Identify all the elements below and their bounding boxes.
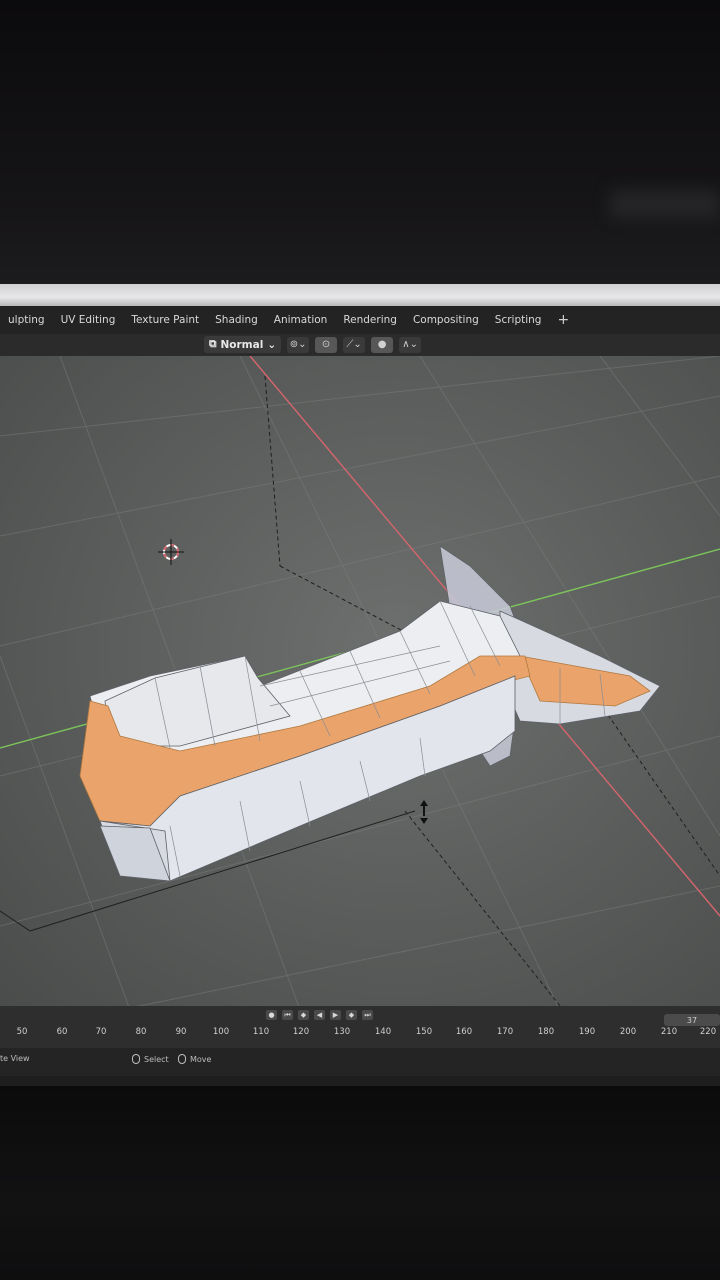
- move-cursor-icon: [420, 800, 428, 824]
- prev-keyframe-button[interactable]: ◆: [298, 1010, 309, 1020]
- falloff-icon: ∧⌄: [402, 339, 418, 350]
- orientation-label: Normal: [220, 338, 264, 351]
- move-label: Move: [190, 1054, 212, 1064]
- status-move: Move: [178, 1054, 211, 1064]
- jump-start-button[interactable]: ⏮: [282, 1010, 293, 1020]
- proportional-edit-icon: ●: [377, 339, 387, 350]
- frame-tick: 180: [537, 1027, 555, 1037]
- frame-tick: 150: [415, 1027, 433, 1037]
- frame-tick: 50: [16, 1027, 28, 1037]
- frame-tick: 60: [56, 1027, 68, 1037]
- status-context: te View: [0, 1054, 30, 1063]
- frame-tick: 200: [619, 1027, 637, 1037]
- frame-tick: 160: [455, 1027, 473, 1037]
- tab-rendering[interactable]: Rendering: [335, 314, 405, 326]
- frame-tick: 110: [252, 1027, 270, 1037]
- status-bar: te View Select Move: [0, 1048, 720, 1076]
- snap-toggle[interactable]: ⊙: [315, 336, 338, 353]
- pivot-icon: ⊚⌄: [289, 339, 307, 350]
- frame-tick: 80: [135, 1027, 147, 1037]
- select-label: Select: [144, 1054, 169, 1064]
- frame-tick: 210: [660, 1027, 678, 1037]
- mouse-middle-icon: [178, 1054, 186, 1064]
- proportional-edit-toggle[interactable]: ●: [371, 336, 394, 353]
- tab-shading[interactable]: Shading: [207, 314, 266, 326]
- snap-icon: ⊙: [321, 339, 331, 350]
- frame-tick: 100: [212, 1027, 230, 1037]
- jump-end-icon: ⏭: [364, 1010, 371, 1019]
- 3d-cursor-icon[interactable]: [158, 539, 184, 565]
- frame-tick: 140: [374, 1027, 392, 1037]
- tab-compositing[interactable]: Compositing: [405, 314, 487, 326]
- snap-target-icon: ⟋⌄: [346, 339, 362, 350]
- jump-start-icon: ⏮: [284, 1010, 291, 1019]
- tab-scripting[interactable]: Scripting: [487, 314, 550, 326]
- snap-target-dropdown[interactable]: ⟋⌄: [343, 336, 366, 353]
- frame-ruler[interactable]: 50 60 70 80 90 100 110 120 130 140 150 1…: [0, 1024, 720, 1042]
- desk-area: [0, 1086, 720, 1280]
- mesh-object[interactable]: [79, 545, 661, 882]
- playback-controls: ● ⏮ ◆ ◀ ▶ ◆ ⏭: [266, 1010, 373, 1020]
- play-reverse-icon: ◀: [316, 1011, 323, 1019]
- jump-end-button[interactable]: ⏭: [362, 1010, 373, 1020]
- mouse-left-icon: [132, 1054, 140, 1064]
- prev-keyframe-icon: ◆: [300, 1011, 307, 1019]
- timeline[interactable]: ● ⏮ ◆ ◀ ▶ ◆ ⏭ 37 50 60 70 80 90 100 110 …: [0, 1006, 720, 1048]
- frame-tick: 120: [292, 1027, 310, 1037]
- ambient-light: [610, 190, 720, 218]
- next-keyframe-icon: ◆: [348, 1011, 355, 1019]
- play-button[interactable]: ▶: [330, 1010, 341, 1020]
- blender-window: ulpting UV Editing Texture Paint Shading…: [0, 306, 720, 1096]
- 3d-viewport[interactable]: [0, 356, 720, 1010]
- frame-tick: 220: [699, 1027, 717, 1037]
- frame-tick: 170: [496, 1027, 514, 1037]
- monitor-bezel: [0, 284, 720, 306]
- tab-uv-editing[interactable]: UV Editing: [53, 314, 124, 326]
- add-workspace-button[interactable]: +: [549, 312, 577, 328]
- transform-orientation-dropdown[interactable]: ⧉ Normal ⌄: [204, 336, 282, 353]
- tab-texture-paint[interactable]: Texture Paint: [123, 314, 207, 326]
- tab-animation[interactable]: Animation: [266, 314, 336, 326]
- transform-orientation-icon: ⧉: [209, 338, 217, 350]
- transform-tools: ⧉ Normal ⌄ ⊚⌄ ⊙ ⟋⌄ ● ∧⌄: [204, 336, 422, 353]
- play-reverse-button[interactable]: ◀: [314, 1010, 325, 1020]
- frame-tick: 70: [95, 1027, 107, 1037]
- viewport-scene: [0, 356, 720, 1010]
- next-keyframe-button[interactable]: ◆: [346, 1010, 357, 1020]
- viewport-header: ⧉ Normal ⌄ ⊚⌄ ⊙ ⟋⌄ ● ∧⌄: [0, 334, 720, 356]
- background-wall: [0, 0, 720, 285]
- chevron-down-icon: ⌄: [267, 338, 277, 351]
- frame-tick: 90: [175, 1027, 187, 1037]
- status-select: Select: [132, 1054, 169, 1064]
- ground-edge-left: [0, 910, 31, 932]
- workspace-tabs: ulpting UV Editing Texture Paint Shading…: [0, 306, 720, 334]
- pivot-point-button[interactable]: ⊚⌄: [287, 336, 310, 353]
- frame-tick: 130: [333, 1027, 351, 1037]
- frame-tick: 190: [578, 1027, 596, 1037]
- falloff-dropdown[interactable]: ∧⌄: [399, 336, 422, 353]
- record-button[interactable]: ●: [266, 1010, 277, 1020]
- record-icon: ●: [268, 1011, 275, 1019]
- play-icon: ▶: [332, 1011, 339, 1019]
- tab-sculpting[interactable]: ulpting: [0, 314, 53, 326]
